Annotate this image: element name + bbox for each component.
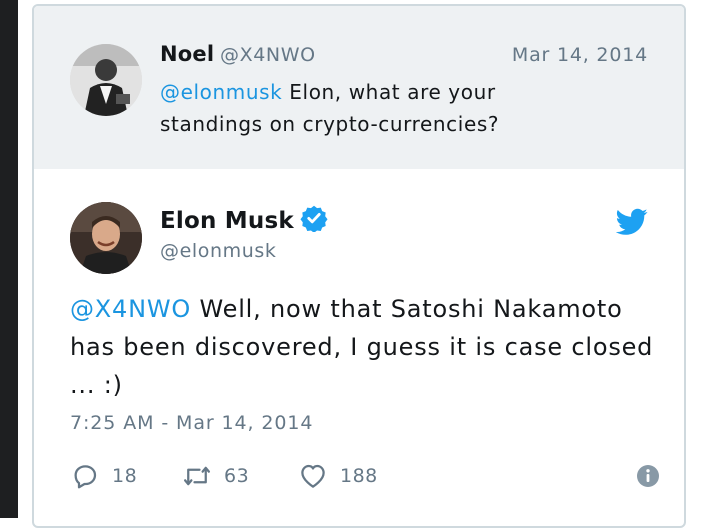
quoted-tweet[interactable]: Noel @X4NWO Mar 14, 2014 @elonmusk Elon,… [34,6,684,169]
left-dark-edge [0,0,18,518]
retweet-button[interactable]: 63 [182,458,249,494]
tweet-actions: 18 63 188 [70,458,660,494]
info-icon[interactable] [636,464,660,488]
author-name-text: Elon Musk [160,208,294,234]
tweet-mention-link[interactable]: @X4NWO [70,295,191,323]
quoted-date[interactable]: Mar 14, 2014 [512,44,648,66]
tweet-embed-card: Noel @X4NWO Mar 14, 2014 @elonmusk Elon,… [32,4,686,528]
heart-icon [301,464,325,488]
like-count: 188 [340,465,378,487]
author-handle[interactable]: @elonmusk [160,240,277,262]
quoted-author-handle[interactable]: @X4NWO [220,44,316,66]
elon-avatar[interactable] [70,202,142,274]
noel-avatar-image [70,44,142,116]
quoted-author-name[interactable]: Noel [160,42,214,66]
reply-icon [74,465,97,489]
retweet-icon [184,466,210,486]
tweet-text: @X4NWO Well, now that Satoshi Nakamoto h… [70,290,660,404]
reply-count: 18 [112,465,138,487]
elon-avatar-image [70,202,142,274]
retweet-count: 63 [224,465,250,487]
noel-avatar[interactable] [70,44,142,116]
like-button[interactable]: 188 [298,458,378,494]
quoted-mention-link[interactable]: @elonmusk [160,80,282,104]
reply-button[interactable]: 18 [70,458,137,494]
quoted-text: @elonmusk Elon, what are your standings … [160,76,600,140]
twitter-bird-icon[interactable] [616,208,648,236]
verified-badge-icon [300,205,328,232]
tweet-timestamp[interactable]: 7:25 AM - Mar 14, 2014 [70,412,313,434]
author-name[interactable]: Elon Musk [160,204,328,234]
